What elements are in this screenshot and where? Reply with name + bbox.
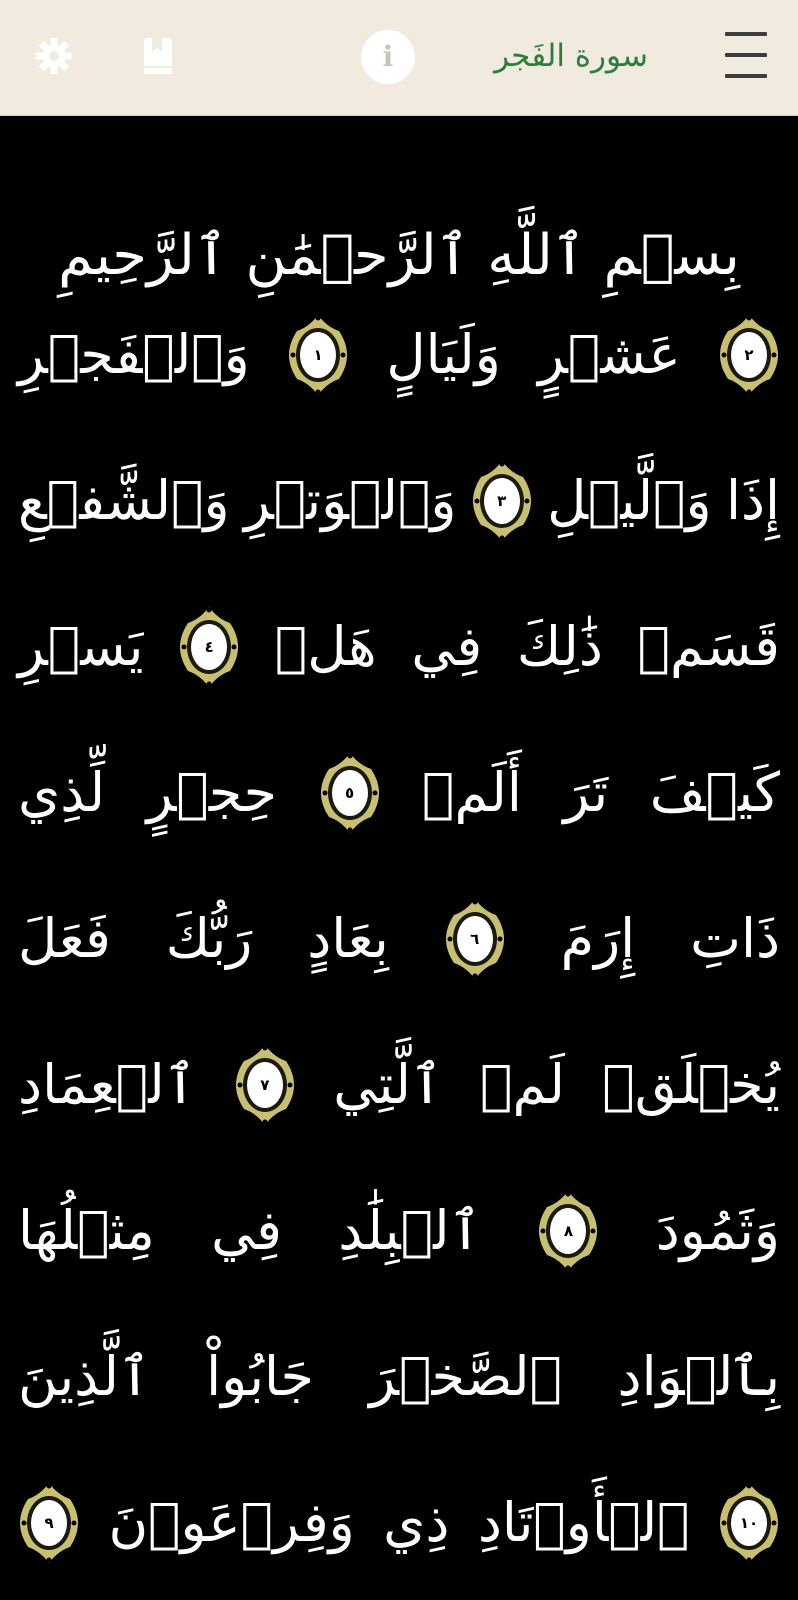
menu-button[interactable] — [724, 32, 768, 78]
ayah-number: ٨ — [563, 1222, 574, 1240]
quran-word[interactable]: فِي — [211, 1204, 282, 1258]
quran-word[interactable]: فِي — [411, 620, 482, 674]
quran-word[interactable]: فَعَلَ — [18, 912, 111, 966]
quran-word[interactable]: ذَٰلِكَ — [517, 620, 603, 674]
ayah-number-marker[interactable]: ٧ — [234, 1043, 296, 1127]
quran-word[interactable]: يَسۡرِ — [18, 620, 143, 674]
quran-word[interactable]: كَيۡفَ — [650, 766, 780, 820]
quran-word[interactable]: عَشۡرٍ — [538, 328, 681, 382]
basmala: بِسۡمِ ٱللَّهِ ٱلرَّحۡمَٰنِ ٱلرَّحِيمِ — [58, 223, 740, 288]
bookmark-button[interactable] — [132, 30, 184, 82]
quran-page[interactable]: بِسۡمِ ٱللَّهِ ٱلرَّحۡمَٰنِ ٱلرَّحِيمِ و… — [0, 116, 798, 1600]
ayah-number: ٤ — [204, 638, 214, 656]
quran-word[interactable]: وَٱلشَّفۡعِ — [18, 474, 230, 528]
quran-word[interactable]: ٱلصَّخۡرَ — [369, 1350, 562, 1404]
verse-line: ٱلۡعِمَادِ ٧ ٱلَّتِي لَمۡ يُخۡلَقۡ — [18, 1030, 780, 1140]
quran-word[interactable]: لِّذِي — [18, 766, 105, 820]
verse-line: يَسۡرِ ٤ هَلۡ فِي ذَٰلِكَ قَسَمٞ — [18, 592, 780, 702]
verse-line: ٱلَّذِينَ جَابُواْ ٱلصَّخۡرَ بِٱلۡوَادِ — [18, 1322, 780, 1432]
info-icon: i — [382, 40, 394, 73]
quran-word[interactable]: هَلۡ — [275, 620, 377, 674]
quran-word[interactable]: إِذَا — [726, 474, 780, 528]
quran-word[interactable]: بِٱلۡوَادِ — [618, 1350, 780, 1404]
quran-word[interactable]: ٱلَّتِي — [333, 1058, 442, 1112]
bookmark-icon — [144, 38, 172, 74]
ayah-number: ٢ — [744, 346, 754, 364]
quran-word[interactable]: ٱلَّذِينَ — [18, 1350, 151, 1404]
verse-line: وَٱلۡفَجۡرِ ١ وَلَيَالٍ عَشۡرٍ ٢ — [18, 300, 780, 410]
quran-word[interactable]: تَرَ — [563, 766, 608, 820]
quran-reader-app: i سورة الفَجر بِسۡمِ ٱللَّهِ ٱلرَّحۡمَٰن… — [0, 0, 798, 1600]
ayah-number: ١ — [313, 346, 323, 364]
quran-word[interactable]: وَٱلَّيۡلِ — [547, 474, 712, 528]
surah-title: سورة الفَجر — [494, 38, 648, 74]
quran-word[interactable]: رَبُّكَ — [166, 912, 253, 966]
quran-word[interactable]: مِثۡلُهَا — [18, 1204, 155, 1258]
verse-line: وَٱلشَّفۡعِ وَٱلۡوَتۡرِ ٣ وَٱلَّيۡلِ إِذَا — [18, 446, 780, 556]
ayah-number-marker[interactable]: ٤ — [178, 605, 240, 689]
quran-word[interactable]: إِرَمَ — [561, 912, 636, 966]
gear-icon — [36, 38, 72, 74]
quran-word[interactable]: وَلَيَالٍ — [386, 328, 501, 382]
ayah-number: ٩ — [44, 1514, 54, 1532]
ayah-number: ٦ — [470, 930, 480, 948]
ayah-number-marker[interactable]: ٩ — [18, 1481, 80, 1565]
ayah-number: ٧ — [260, 1076, 270, 1094]
quran-word[interactable]: ذَاتِ — [690, 912, 780, 966]
ayah-number: ٥ — [344, 784, 355, 802]
verse-line: ٩ وَفِرۡعَوۡنَ ذِي ٱلۡأَوۡتَادِ ١٠ — [18, 1468, 780, 1578]
verse-line: فَعَلَ رَبُّكَ بِعَادٍ ٦ إِرَمَ ذَاتِ — [18, 884, 780, 994]
verse-line: مِثۡلُهَا فِي ٱلۡبِلَٰدِ ٨ وَثَمُودَ — [18, 1176, 780, 1286]
ayah-number-marker[interactable]: ١ — [287, 313, 349, 397]
ayah-number-marker[interactable]: ٢ — [718, 313, 780, 397]
quran-word[interactable]: ذِي — [383, 1496, 449, 1550]
quran-word[interactable]: يُخۡلَقۡ — [602, 1058, 780, 1112]
ayah-number: ١٠ — [739, 1514, 759, 1532]
quran-word[interactable]: ٱلۡبِلَٰدِ — [338, 1204, 481, 1258]
ayah-number: ٣ — [497, 492, 507, 510]
quran-word[interactable]: قَسَمٞ — [638, 620, 780, 674]
quran-word[interactable]: ٱلۡأَوۡتَادِ — [478, 1496, 690, 1550]
hamburger-menu-icon-bar — [725, 53, 767, 57]
quran-word[interactable]: وَٱلۡفَجۡرِ — [18, 328, 250, 382]
quran-word[interactable]: ٱلۡعِمَادِ — [18, 1058, 196, 1112]
hamburger-menu-icon-bar — [725, 74, 767, 78]
quran-word[interactable]: وَٱلۡوَتۡرِ — [244, 474, 456, 528]
quran-word[interactable]: حِجۡرٍ — [147, 766, 277, 820]
settings-button[interactable] — [28, 30, 80, 82]
quran-word[interactable]: لَمۡ — [480, 1058, 565, 1112]
ayah-number-marker[interactable]: ٨ — [537, 1189, 599, 1273]
ayah-number-marker[interactable]: ٦ — [444, 897, 506, 981]
verse-line: لِّذِي حِجۡرٍ ٥ أَلَمۡ تَرَ كَيۡفَ — [18, 738, 780, 848]
ayah-number-marker[interactable]: ١٠ — [718, 1481, 780, 1565]
quran-word[interactable]: وَثَمُودَ — [656, 1204, 780, 1258]
hamburger-menu-icon — [725, 32, 767, 36]
ayah-number-marker[interactable]: ٥ — [319, 751, 381, 835]
quran-word[interactable]: وَفِرۡعَوۡنَ — [108, 1496, 354, 1550]
quran-word[interactable]: أَلَمۡ — [422, 766, 522, 820]
ayah-number-marker[interactable]: ٣ — [471, 459, 533, 543]
quran-word[interactable]: بِعَادٍ — [307, 912, 389, 966]
quran-word[interactable]: جَابُواْ — [206, 1350, 314, 1404]
info-button[interactable]: i — [361, 30, 415, 84]
top-app-bar: i سورة الفَجر — [0, 0, 798, 116]
